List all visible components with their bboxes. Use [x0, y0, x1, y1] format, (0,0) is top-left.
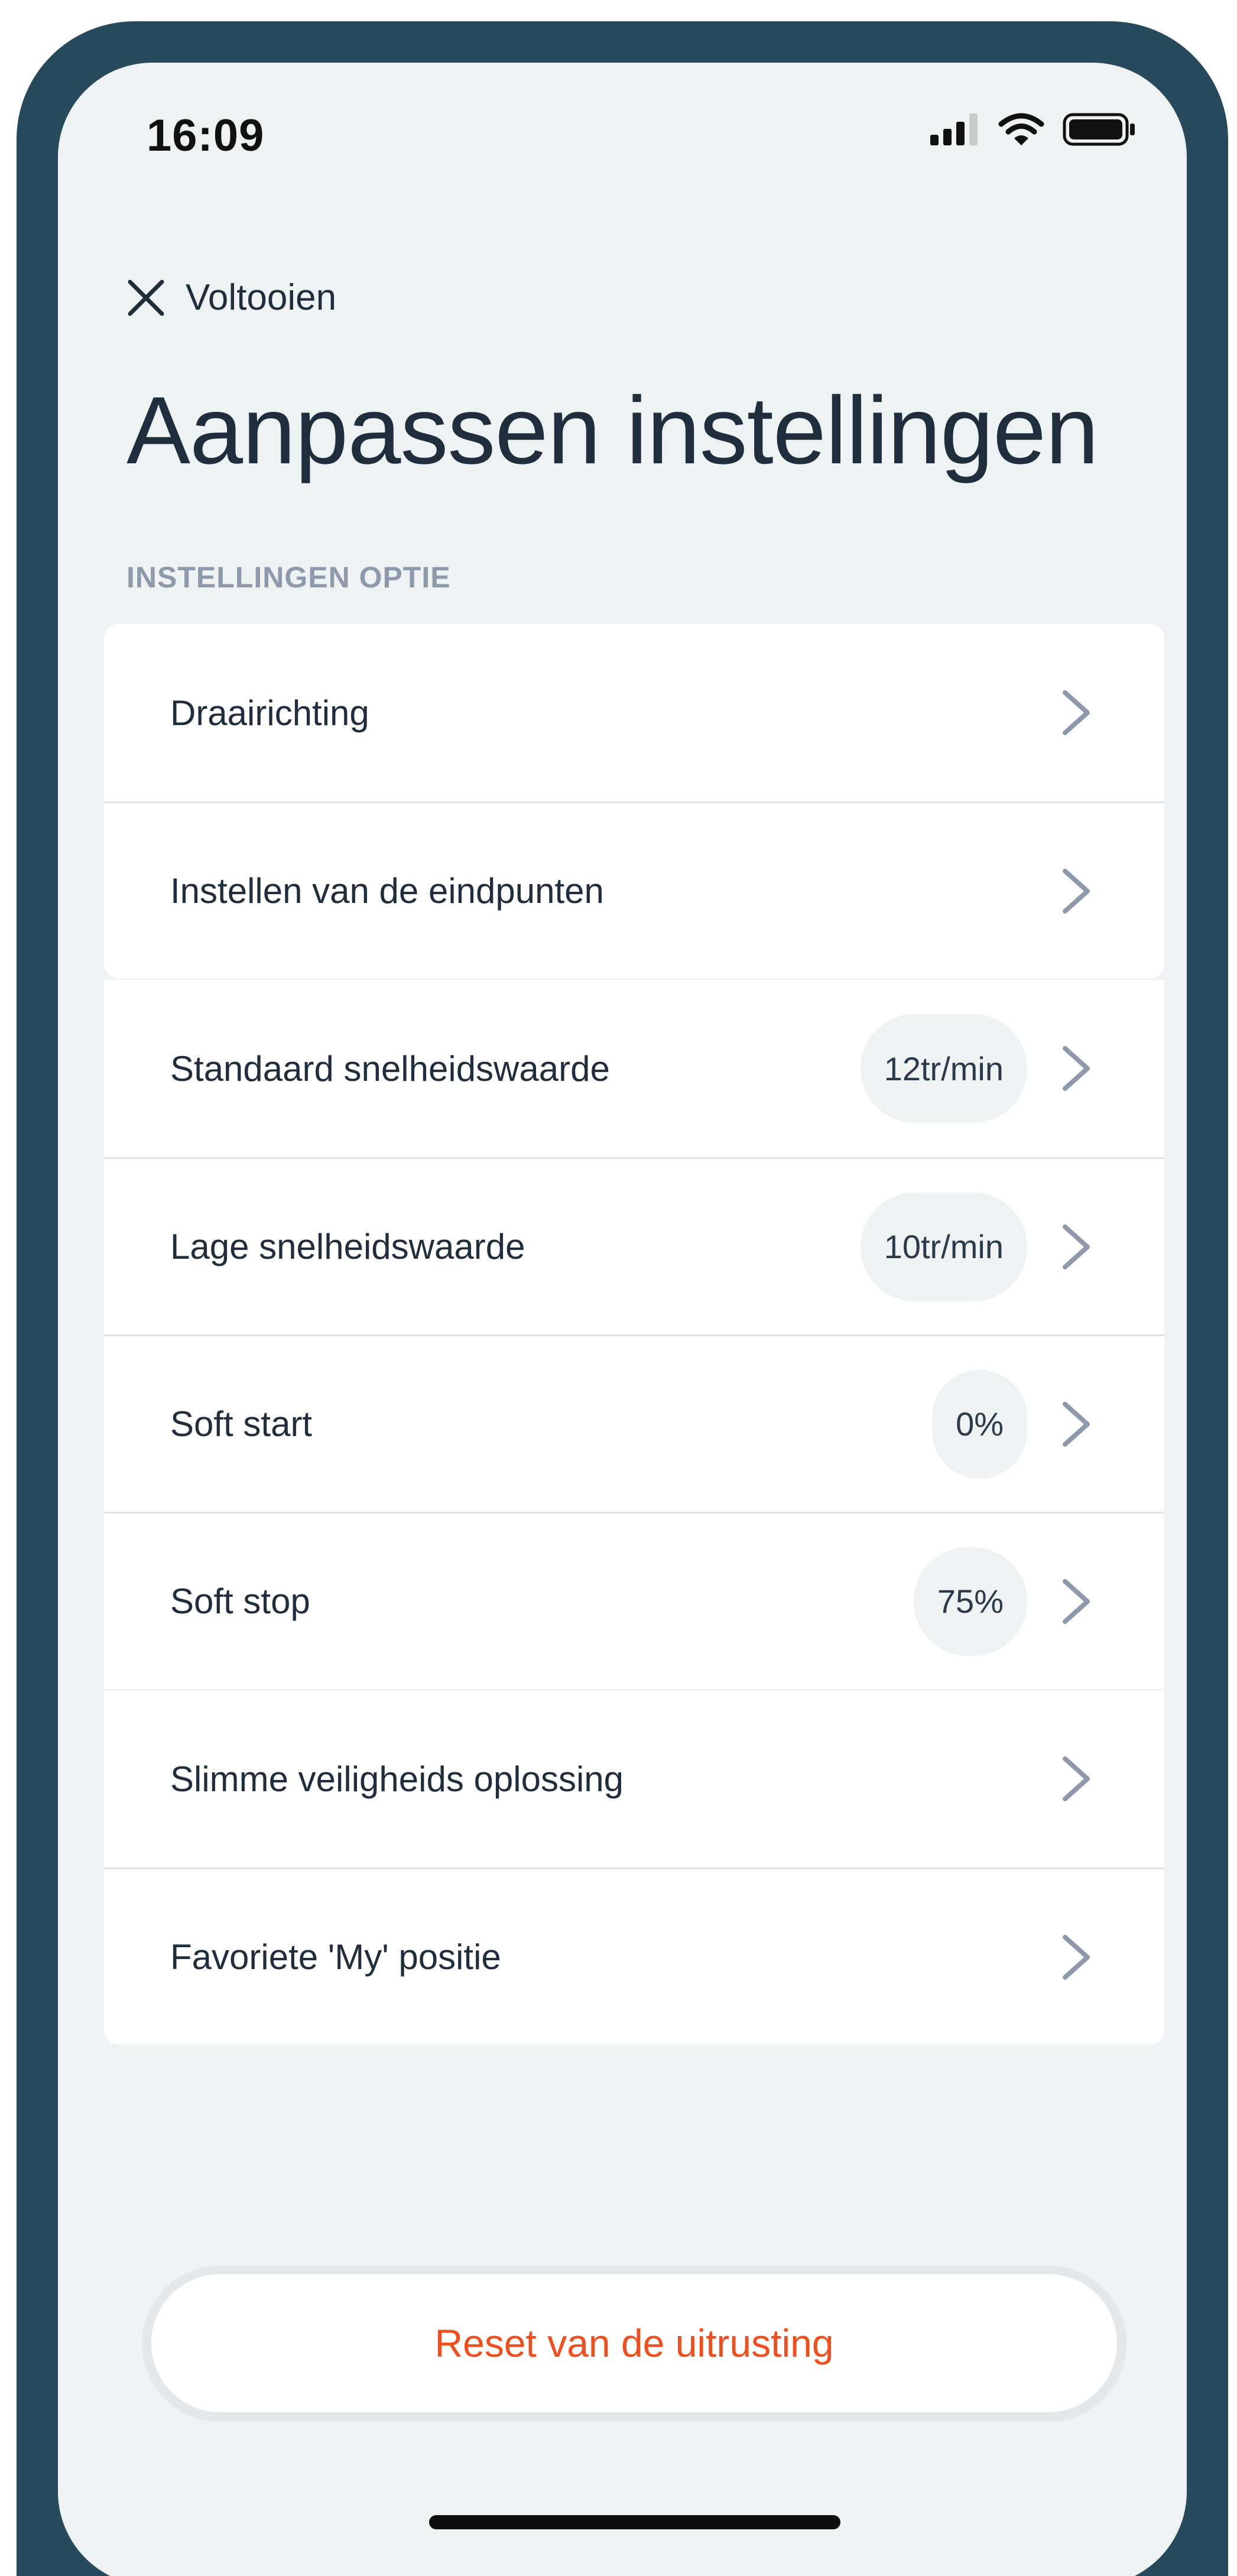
setting-value-badge: 12tr/min [860, 1014, 1027, 1123]
setting-row-veiligheid[interactable]: Slimme veiligheids oplossing [104, 1690, 1164, 1867]
setting-row-my-positie[interactable]: Favoriete 'My' positie [104, 1867, 1164, 2045]
chevron-right-icon [1063, 1401, 1090, 1447]
chevron-right-icon [1063, 690, 1090, 735]
setting-row-soft-stop[interactable]: Soft stop 75% [104, 1512, 1164, 1689]
signal-icon [930, 113, 978, 145]
chevron-right-icon [1063, 868, 1090, 914]
reset-button[interactable]: Reset van de uitrusting [151, 2274, 1117, 2412]
setting-label: Slimme veiligheids oplossing [170, 1759, 624, 1799]
reset-button-container: Reset van de uitrusting [142, 2266, 1126, 2422]
page-title: Aanpassen instellingen [126, 377, 1099, 484]
setting-row-soft-start[interactable]: Soft start 0% [104, 1334, 1164, 1512]
phone-frame: 16:09 Voltooien Aanpassen instellingen I… [17, 21, 1228, 2576]
settings-card-2: Standaard snelheidswaarde 12tr/min Lage … [104, 980, 1164, 1689]
status-icons [930, 112, 1136, 147]
setting-label: Lage snelheidswaarde [170, 1227, 525, 1266]
setting-label: Draairichting [170, 693, 369, 733]
setting-row-lage-snelheid[interactable]: Lage snelheidswaarde 10tr/min [104, 1157, 1164, 1334]
setting-label: Standaard snelheidswaarde [170, 1048, 610, 1089]
settings-card-3: Slimme veiligheids oplossing Favoriete '… [104, 1690, 1164, 2045]
setting-value-badge: 75% [913, 1547, 1027, 1656]
settings-card-1: Draairichting Instellen van de eindpunte… [104, 624, 1164, 979]
section-label: INSTELLINGEN OPTIE [126, 561, 451, 594]
setting-label: Soft stop [170, 1581, 310, 1621]
setting-row-eindpunten[interactable]: Instellen van de eindpunten [104, 801, 1164, 979]
chevron-right-icon [1063, 1046, 1090, 1091]
app-screen: 16:09 Voltooien Aanpassen instellingen I… [58, 63, 1187, 2576]
close-button[interactable]: Voltooien [126, 277, 336, 319]
chevron-right-icon [1063, 1934, 1090, 1980]
setting-value-badge: 10tr/min [860, 1192, 1027, 1301]
status-time: 16:09 [147, 111, 265, 161]
home-indicator[interactable] [429, 2515, 840, 2529]
wifi-icon [998, 113, 1044, 145]
setting-row-standaard-snelheid[interactable]: Standaard snelheidswaarde 12tr/min [104, 980, 1164, 1157]
close-icon [128, 280, 164, 316]
setting-label: Soft start [170, 1404, 313, 1444]
close-label: Voltooien [186, 277, 337, 318]
setting-value-badge: 0% [932, 1369, 1027, 1479]
setting-label: Favoriete 'My' positie [170, 1937, 501, 1977]
status-bar: 16:09 [58, 63, 1187, 161]
setting-label: Instellen van de eindpunten [170, 871, 604, 911]
battery-icon [1063, 113, 1135, 146]
chevron-right-icon [1063, 1224, 1090, 1269]
chevron-right-icon [1063, 1756, 1090, 1801]
setting-row-draairichting[interactable]: Draairichting [104, 624, 1164, 801]
chevron-right-icon [1063, 1578, 1090, 1624]
